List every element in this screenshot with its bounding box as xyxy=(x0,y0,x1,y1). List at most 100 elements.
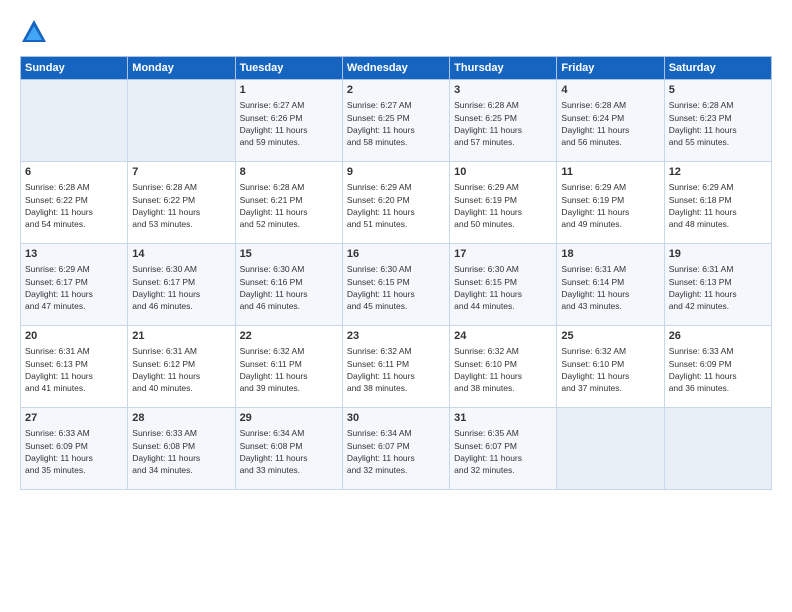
day-info: Sunrise: 6:28 AM Sunset: 6:25 PM Dayligh… xyxy=(454,99,552,148)
day-info: Sunrise: 6:29 AM Sunset: 6:19 PM Dayligh… xyxy=(561,181,659,230)
day-number: 18 xyxy=(561,247,659,262)
day-info: Sunrise: 6:27 AM Sunset: 6:25 PM Dayligh… xyxy=(347,99,445,148)
calendar-cell: 13Sunrise: 6:29 AM Sunset: 6:17 PM Dayli… xyxy=(21,244,128,326)
weekday-header-wednesday: Wednesday xyxy=(342,57,449,80)
calendar-cell: 10Sunrise: 6:29 AM Sunset: 6:19 PM Dayli… xyxy=(450,162,557,244)
day-info: Sunrise: 6:29 AM Sunset: 6:20 PM Dayligh… xyxy=(347,181,445,230)
day-number: 25 xyxy=(561,329,659,344)
calendar-cell: 9Sunrise: 6:29 AM Sunset: 6:20 PM Daylig… xyxy=(342,162,449,244)
day-number: 14 xyxy=(132,247,230,262)
weekday-header-sunday: Sunday xyxy=(21,57,128,80)
day-info: Sunrise: 6:32 AM Sunset: 6:11 PM Dayligh… xyxy=(240,345,338,394)
calendar-cell: 11Sunrise: 6:29 AM Sunset: 6:19 PM Dayli… xyxy=(557,162,664,244)
weekday-header-friday: Friday xyxy=(557,57,664,80)
day-number: 11 xyxy=(561,165,659,180)
calendar-cell: 27Sunrise: 6:33 AM Sunset: 6:09 PM Dayli… xyxy=(21,408,128,490)
day-info: Sunrise: 6:33 AM Sunset: 6:09 PM Dayligh… xyxy=(25,427,123,476)
calendar-cell: 7Sunrise: 6:28 AM Sunset: 6:22 PM Daylig… xyxy=(128,162,235,244)
calendar-cell xyxy=(664,408,771,490)
calendar-cell: 29Sunrise: 6:34 AM Sunset: 6:08 PM Dayli… xyxy=(235,408,342,490)
header xyxy=(20,18,772,46)
day-info: Sunrise: 6:29 AM Sunset: 6:19 PM Dayligh… xyxy=(454,181,552,230)
calendar-cell: 16Sunrise: 6:30 AM Sunset: 6:15 PM Dayli… xyxy=(342,244,449,326)
calendar-cell: 15Sunrise: 6:30 AM Sunset: 6:16 PM Dayli… xyxy=(235,244,342,326)
day-info: Sunrise: 6:28 AM Sunset: 6:22 PM Dayligh… xyxy=(132,181,230,230)
day-info: Sunrise: 6:28 AM Sunset: 6:23 PM Dayligh… xyxy=(669,99,767,148)
calendar-cell: 6Sunrise: 6:28 AM Sunset: 6:22 PM Daylig… xyxy=(21,162,128,244)
day-number: 30 xyxy=(347,411,445,426)
day-number: 29 xyxy=(240,411,338,426)
calendar-cell: 8Sunrise: 6:28 AM Sunset: 6:21 PM Daylig… xyxy=(235,162,342,244)
calendar-table: SundayMondayTuesdayWednesdayThursdayFrid… xyxy=(20,56,772,490)
day-info: Sunrise: 6:33 AM Sunset: 6:08 PM Dayligh… xyxy=(132,427,230,476)
day-info: Sunrise: 6:32 AM Sunset: 6:10 PM Dayligh… xyxy=(561,345,659,394)
calendar-cell: 30Sunrise: 6:34 AM Sunset: 6:07 PM Dayli… xyxy=(342,408,449,490)
day-number: 21 xyxy=(132,329,230,344)
day-number: 3 xyxy=(454,83,552,98)
calendar-cell: 22Sunrise: 6:32 AM Sunset: 6:11 PM Dayli… xyxy=(235,326,342,408)
day-number: 13 xyxy=(25,247,123,262)
day-number: 2 xyxy=(347,83,445,98)
weekday-header-tuesday: Tuesday xyxy=(235,57,342,80)
day-info: Sunrise: 6:32 AM Sunset: 6:11 PM Dayligh… xyxy=(347,345,445,394)
day-info: Sunrise: 6:31 AM Sunset: 6:12 PM Dayligh… xyxy=(132,345,230,394)
day-number: 5 xyxy=(669,83,767,98)
day-info: Sunrise: 6:28 AM Sunset: 6:24 PM Dayligh… xyxy=(561,99,659,148)
weekday-header-monday: Monday xyxy=(128,57,235,80)
day-number: 17 xyxy=(454,247,552,262)
day-info: Sunrise: 6:30 AM Sunset: 6:15 PM Dayligh… xyxy=(347,263,445,312)
day-info: Sunrise: 6:32 AM Sunset: 6:10 PM Dayligh… xyxy=(454,345,552,394)
calendar-cell: 14Sunrise: 6:30 AM Sunset: 6:17 PM Dayli… xyxy=(128,244,235,326)
calendar-cell xyxy=(21,80,128,162)
week-row-4: 20Sunrise: 6:31 AM Sunset: 6:13 PM Dayli… xyxy=(21,326,772,408)
calendar-cell: 3Sunrise: 6:28 AM Sunset: 6:25 PM Daylig… xyxy=(450,80,557,162)
day-number: 27 xyxy=(25,411,123,426)
day-number: 9 xyxy=(347,165,445,180)
day-info: Sunrise: 6:28 AM Sunset: 6:22 PM Dayligh… xyxy=(25,181,123,230)
calendar-cell: 5Sunrise: 6:28 AM Sunset: 6:23 PM Daylig… xyxy=(664,80,771,162)
week-row-3: 13Sunrise: 6:29 AM Sunset: 6:17 PM Dayli… xyxy=(21,244,772,326)
calendar-cell: 2Sunrise: 6:27 AM Sunset: 6:25 PM Daylig… xyxy=(342,80,449,162)
day-info: Sunrise: 6:29 AM Sunset: 6:17 PM Dayligh… xyxy=(25,263,123,312)
day-info: Sunrise: 6:31 AM Sunset: 6:13 PM Dayligh… xyxy=(25,345,123,394)
calendar-cell: 21Sunrise: 6:31 AM Sunset: 6:12 PM Dayli… xyxy=(128,326,235,408)
weekday-header-saturday: Saturday xyxy=(664,57,771,80)
day-info: Sunrise: 6:28 AM Sunset: 6:21 PM Dayligh… xyxy=(240,181,338,230)
day-info: Sunrise: 6:35 AM Sunset: 6:07 PM Dayligh… xyxy=(454,427,552,476)
day-number: 16 xyxy=(347,247,445,262)
day-info: Sunrise: 6:30 AM Sunset: 6:15 PM Dayligh… xyxy=(454,263,552,312)
day-info: Sunrise: 6:30 AM Sunset: 6:16 PM Dayligh… xyxy=(240,263,338,312)
day-number: 28 xyxy=(132,411,230,426)
day-number: 20 xyxy=(25,329,123,344)
logo-icon xyxy=(20,18,48,46)
calendar-cell: 17Sunrise: 6:30 AM Sunset: 6:15 PM Dayli… xyxy=(450,244,557,326)
calendar-cell: 4Sunrise: 6:28 AM Sunset: 6:24 PM Daylig… xyxy=(557,80,664,162)
calendar-cell: 26Sunrise: 6:33 AM Sunset: 6:09 PM Dayli… xyxy=(664,326,771,408)
calendar-cell xyxy=(128,80,235,162)
week-row-2: 6Sunrise: 6:28 AM Sunset: 6:22 PM Daylig… xyxy=(21,162,772,244)
calendar-cell: 1Sunrise: 6:27 AM Sunset: 6:26 PM Daylig… xyxy=(235,80,342,162)
calendar-cell: 23Sunrise: 6:32 AM Sunset: 6:11 PM Dayli… xyxy=(342,326,449,408)
calendar-cell: 28Sunrise: 6:33 AM Sunset: 6:08 PM Dayli… xyxy=(128,408,235,490)
calendar-cell: 25Sunrise: 6:32 AM Sunset: 6:10 PM Dayli… xyxy=(557,326,664,408)
day-number: 4 xyxy=(561,83,659,98)
day-number: 1 xyxy=(240,83,338,98)
day-info: Sunrise: 6:31 AM Sunset: 6:13 PM Dayligh… xyxy=(669,263,767,312)
day-number: 8 xyxy=(240,165,338,180)
day-number: 22 xyxy=(240,329,338,344)
day-info: Sunrise: 6:34 AM Sunset: 6:08 PM Dayligh… xyxy=(240,427,338,476)
logo xyxy=(20,18,52,46)
calendar-cell: 24Sunrise: 6:32 AM Sunset: 6:10 PM Dayli… xyxy=(450,326,557,408)
day-number: 26 xyxy=(669,329,767,344)
day-number: 6 xyxy=(25,165,123,180)
day-number: 19 xyxy=(669,247,767,262)
weekday-header-row: SundayMondayTuesdayWednesdayThursdayFrid… xyxy=(21,57,772,80)
weekday-header-thursday: Thursday xyxy=(450,57,557,80)
day-info: Sunrise: 6:27 AM Sunset: 6:26 PM Dayligh… xyxy=(240,99,338,148)
calendar-cell xyxy=(557,408,664,490)
calendar-cell: 18Sunrise: 6:31 AM Sunset: 6:14 PM Dayli… xyxy=(557,244,664,326)
day-number: 7 xyxy=(132,165,230,180)
day-info: Sunrise: 6:34 AM Sunset: 6:07 PM Dayligh… xyxy=(347,427,445,476)
calendar-cell: 19Sunrise: 6:31 AM Sunset: 6:13 PM Dayli… xyxy=(664,244,771,326)
calendar-cell: 20Sunrise: 6:31 AM Sunset: 6:13 PM Dayli… xyxy=(21,326,128,408)
